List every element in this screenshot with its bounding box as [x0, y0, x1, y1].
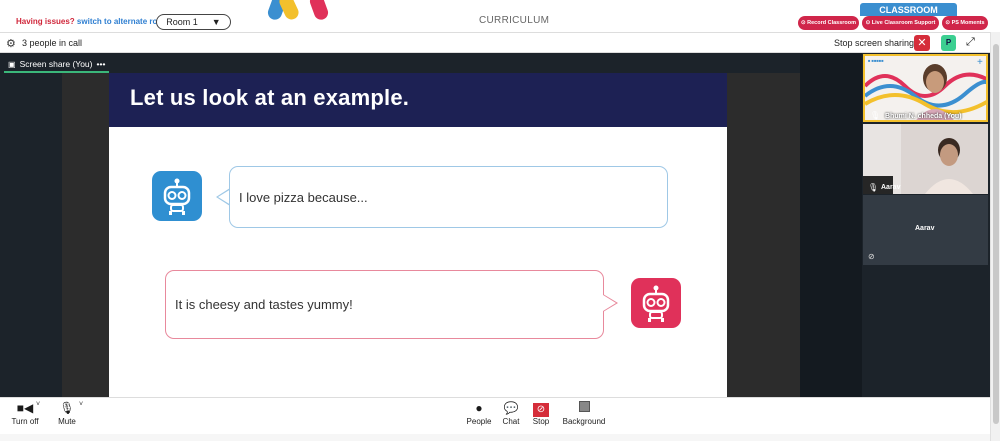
call-bar: ⚙ 3 people in call Stop screen sharing ✕…	[0, 32, 990, 53]
mic-icon: 🎙	[868, 183, 879, 192]
bubble-text: I love pizza because...	[239, 189, 368, 205]
classroom-tab[interactable]: CLASSROOM	[860, 3, 957, 16]
scrollbar-thumb[interactable]	[993, 44, 999, 424]
shared-slide: Let us look at an example. I love pizza …	[109, 73, 727, 397]
room-select[interactable]: Room 1 ▼	[156, 14, 231, 30]
scrollbar[interactable]	[990, 32, 1000, 441]
ps-moments-button[interactable]: ⊙ PS Moments	[942, 16, 988, 30]
participant-tile[interactable]: 🎙 Aarav	[863, 124, 988, 194]
page-footer-strip	[0, 434, 990, 441]
mic-muted-icon: ⊘	[868, 252, 875, 261]
background-label: Background	[562, 417, 606, 426]
participant-tile-self[interactable]: ■ ■■■■■ + 🎙 Bhumi N. chheda (You)	[863, 54, 988, 122]
app-root: Having issues? switch to alternate room …	[0, 0, 1000, 441]
logo-decoration	[307, 0, 331, 22]
mic-icon: 🎙	[59, 401, 75, 415]
chevron-down-icon[interactable]: ˅	[36, 401, 40, 408]
slide-title: Let us look at an example.	[130, 85, 410, 110]
slide-header: Let us look at an example.	[109, 73, 727, 127]
more-options-icon[interactable]: •••	[97, 59, 106, 69]
avatar[interactable]: P	[941, 35, 956, 51]
chat-icon: 💬	[503, 401, 519, 415]
issue-notice: Having issues? switch to alternate room	[16, 17, 169, 26]
video-stage: ▣ Screen share (You) ••• Let us look at …	[0, 53, 990, 397]
chevron-down-icon[interactable]: ˅	[79, 401, 83, 408]
stop-label: Stop	[532, 417, 550, 426]
chevron-down-icon: ▼	[211, 17, 221, 27]
speech-bubble-answer: It is cheesy and tastes yummy!	[165, 270, 604, 339]
participant-name: Aarav	[881, 184, 901, 191]
bubble-tail	[603, 295, 616, 311]
participant-name: Aarav	[915, 225, 935, 232]
gear-icon[interactable]: ⚙	[6, 37, 16, 50]
person-icon: ●	[475, 401, 483, 415]
screen-share-label: Screen share (You)	[19, 59, 93, 69]
people-count: 3 people in call	[22, 38, 83, 48]
chat-label: Chat	[502, 417, 520, 426]
participant-tile[interactable]: Aarav ⊘	[863, 195, 988, 265]
speech-bubble-question: I love pizza because...	[229, 166, 668, 228]
background-icon	[560, 400, 608, 417]
background-button[interactable]: Background	[560, 400, 608, 426]
stop-sharing-close-button[interactable]: ✕	[914, 35, 930, 51]
live-support-button[interactable]: ⊙ Live Classroom Support	[862, 16, 939, 30]
logo-mark: ■ ■■■■■	[868, 58, 884, 63]
robot-icon	[152, 171, 202, 221]
expand-icon[interactable]: ⤢	[966, 36, 975, 49]
stop-share-icon: ⊘	[530, 400, 552, 417]
people-button[interactable]: ● People	[465, 400, 493, 426]
people-label: People	[466, 417, 492, 426]
stop-share-button[interactable]: ⊘ Stop	[530, 400, 552, 426]
stage-side-panel	[62, 73, 109, 397]
room-select-value: Room 1	[166, 17, 198, 27]
mic-icon: 🎙	[870, 111, 881, 120]
stage-side-panel	[727, 73, 800, 397]
add-icon[interactable]: +	[977, 57, 983, 68]
stop-screen-sharing-label: Stop screen sharing	[834, 38, 915, 48]
robot-icon	[631, 278, 681, 328]
participant-name: Bhumi N. chheda (You)	[885, 113, 962, 120]
issue-question: Having issues?	[16, 17, 75, 26]
stage-rail	[800, 53, 862, 397]
turn-off-label: Turn off	[11, 417, 39, 426]
chat-button[interactable]: 💬 Chat	[500, 400, 522, 426]
record-classroom-button[interactable]: ⊙ Record Classroom	[798, 16, 859, 30]
top-banner: Having issues? switch to alternate room …	[0, 0, 1000, 32]
curriculum-title: CURRICULUM	[479, 15, 550, 26]
screen-share-icon: ▣	[8, 59, 16, 69]
mute-label: Mute	[58, 417, 76, 426]
call-toolbar: ■◀ Turn off ˅ 🎙 Mute ˅ ● People 💬 Chat ⊘…	[0, 397, 990, 434]
bubble-text: It is cheesy and tastes yummy!	[175, 297, 353, 312]
screen-share-tab[interactable]: ▣ Screen share (You) •••	[4, 57, 110, 73]
mute-button[interactable]: 🎙 Mute	[56, 400, 78, 426]
